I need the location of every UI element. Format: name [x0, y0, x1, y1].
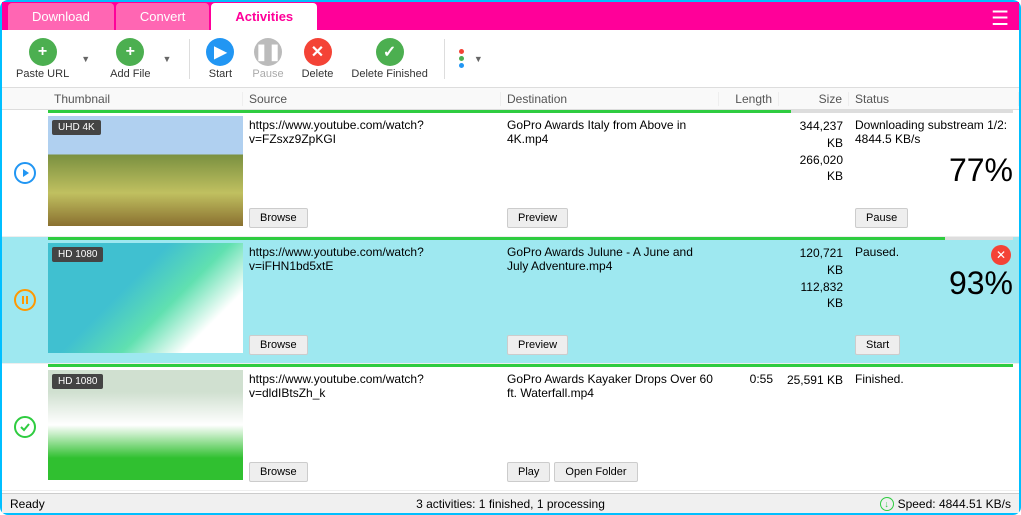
source-url: https://www.youtube.com/watch?v=FZsxz9Zp…	[249, 118, 495, 146]
paste-url-button[interactable]: +Paste URL	[10, 36, 75, 82]
length	[719, 110, 779, 236]
browse-button[interactable]: Browse	[249, 208, 308, 228]
size: 344,237 KB266,020 KB	[779, 110, 849, 236]
column-headers: Thumbnail Source Destination Length Size…	[2, 88, 1019, 110]
add-file-button[interactable]: +Add File	[104, 36, 156, 82]
table-row[interactable]: HD 1080 https://www.youtube.com/watch?v=…	[2, 237, 1019, 364]
close-icon[interactable]: ✕	[991, 245, 1011, 265]
col-destination[interactable]: Destination	[501, 92, 719, 106]
start-button[interactable]: ▶Start	[200, 36, 240, 82]
state-icon-downloading	[2, 110, 48, 236]
thumbnail: UHD 4K	[48, 116, 243, 226]
source-url: https://www.youtube.com/watch?v=iFHN1bd5…	[249, 245, 495, 273]
destination-name: GoPro Awards Julune - A June and July Ad…	[507, 245, 713, 273]
source-url: https://www.youtube.com/watch?v=dldIBtsZ…	[249, 372, 495, 400]
destination-name: GoPro Awards Kayaker Drops Over 60 ft. W…	[507, 372, 713, 400]
tab-download[interactable]: Download	[8, 3, 114, 30]
download-icon: ↓	[880, 497, 894, 511]
delete-button[interactable]: ✕Delete	[296, 36, 340, 82]
size: 120,721 KB112,832 KB	[779, 237, 849, 363]
col-thumbnail[interactable]: Thumbnail	[48, 92, 243, 106]
table-row[interactable]: HD 1080 https://www.youtube.com/watch?v=…	[2, 364, 1019, 491]
status-ready: Ready	[10, 497, 45, 511]
size: 25,591 KB	[779, 364, 849, 490]
status-speed: Speed: 4844.51 KB/s	[898, 497, 1011, 511]
browse-button[interactable]: Browse	[249, 462, 308, 482]
browse-button[interactable]: Browse	[249, 335, 308, 355]
delete-finished-button[interactable]: ✓Delete Finished	[345, 36, 433, 82]
percent: 93%	[855, 265, 1013, 302]
thumbnail: HD 1080	[48, 243, 243, 353]
pause-button: ❚❚Pause	[246, 36, 289, 82]
status-activities: 3 activities: 1 finished, 1 processing	[416, 497, 605, 511]
play-button[interactable]: Play	[507, 462, 550, 482]
length: 0:55	[719, 364, 779, 490]
col-length[interactable]: Length	[719, 92, 779, 106]
state-icon-paused	[2, 237, 48, 363]
tab-convert[interactable]: Convert	[116, 3, 210, 30]
percent: 77%	[855, 152, 1013, 189]
status-text: Downloading substream 1/2: 4844.5 KB/s	[855, 118, 1013, 146]
add-file-dropdown[interactable]: ▼	[162, 54, 179, 64]
activity-list: UHD 4K https://www.youtube.com/watch?v=F…	[2, 110, 1019, 493]
more-dropdown[interactable]: ▼	[474, 54, 491, 64]
status-bar: Ready 3 activities: 1 finished, 1 proces…	[2, 493, 1019, 513]
table-row[interactable]: UHD 4K https://www.youtube.com/watch?v=F…	[2, 110, 1019, 237]
status-text: Paused.	[855, 245, 1013, 259]
pause-row-button[interactable]: Pause	[855, 208, 908, 228]
open-folder-button[interactable]: Open Folder	[554, 462, 637, 482]
start-row-button[interactable]: Start	[855, 335, 900, 355]
tab-bar: Download Convert Activities ☰	[2, 2, 1019, 30]
state-icon-finished	[2, 364, 48, 490]
thumbnail: HD 1080	[48, 370, 243, 480]
more-button[interactable]	[455, 49, 468, 68]
menu-icon[interactable]: ☰	[991, 6, 1009, 31]
destination-name: GoPro Awards Italy from Above in 4K.mp4	[507, 118, 713, 146]
preview-button[interactable]: Preview	[507, 335, 568, 355]
col-source[interactable]: Source	[243, 92, 501, 106]
status-text: Finished.	[855, 372, 1013, 386]
col-status[interactable]: Status	[849, 92, 1019, 106]
paste-url-dropdown[interactable]: ▼	[81, 54, 98, 64]
col-size[interactable]: Size	[779, 92, 849, 106]
length	[719, 237, 779, 363]
preview-button[interactable]: Preview	[507, 208, 568, 228]
toolbar: +Paste URL ▼ +Add File ▼ ▶Start ❚❚Pause …	[2, 30, 1019, 88]
tab-activities[interactable]: Activities	[211, 3, 317, 30]
